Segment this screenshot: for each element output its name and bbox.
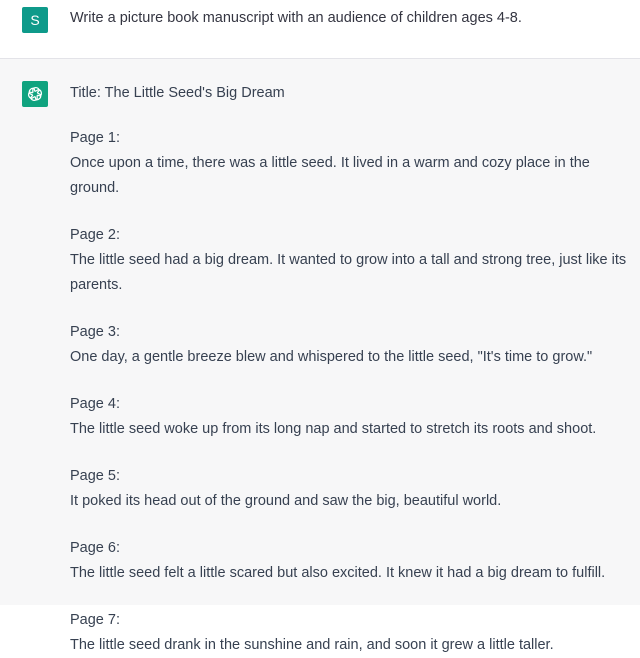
assistant-message-body: Title: The Little Seed's Big Dream Page … xyxy=(70,82,638,658)
story-page: Page 4: The little seed woke up from its… xyxy=(70,392,638,442)
page-label: Page 4: xyxy=(70,396,120,412)
page-label: Page 2: xyxy=(70,227,120,243)
user-message-row: S Write a picture book manuscript with a… xyxy=(0,0,640,59)
story-page: Page 2: The little seed had a big dream.… xyxy=(70,223,638,298)
page-text: One day, a gentle breeze blew and whispe… xyxy=(70,349,593,365)
openai-logo-icon xyxy=(22,81,48,107)
page-label: Page 3: xyxy=(70,324,120,340)
story-page: Page 3: One day, a gentle breeze blew an… xyxy=(70,320,638,370)
story-title: Title: The Little Seed's Big Dream xyxy=(70,85,285,101)
story-page: Page 5: It poked its head out of the gro… xyxy=(70,464,638,514)
page-label: Page 1: xyxy=(70,130,120,146)
page-text: It poked its head out of the ground and … xyxy=(70,493,502,509)
page-text: The little seed woke up from its long na… xyxy=(70,421,597,437)
page-label: Page 7: xyxy=(70,612,120,628)
page-label: Page 5: xyxy=(70,468,120,484)
page-text: Once upon a time, there was a little see… xyxy=(70,155,590,196)
page-label: Page 6: xyxy=(70,540,120,556)
story-page: Page 6: The little seed felt a little sc… xyxy=(70,536,638,586)
story-page: Page 7: The little seed drank in the sun… xyxy=(70,608,638,658)
user-message-text: Write a picture book manuscript with an … xyxy=(70,10,522,26)
user-avatar: S xyxy=(22,7,48,33)
page-text: The little seed had a big dream. It want… xyxy=(70,252,627,293)
assistant-message-row: Title: The Little Seed's Big Dream Page … xyxy=(0,59,640,653)
page-text: The little seed drank in the sunshine an… xyxy=(70,637,554,653)
story-page: Page 1: Once upon a time, there was a li… xyxy=(70,126,638,201)
page-text: The little seed felt a little scared but… xyxy=(70,565,606,581)
